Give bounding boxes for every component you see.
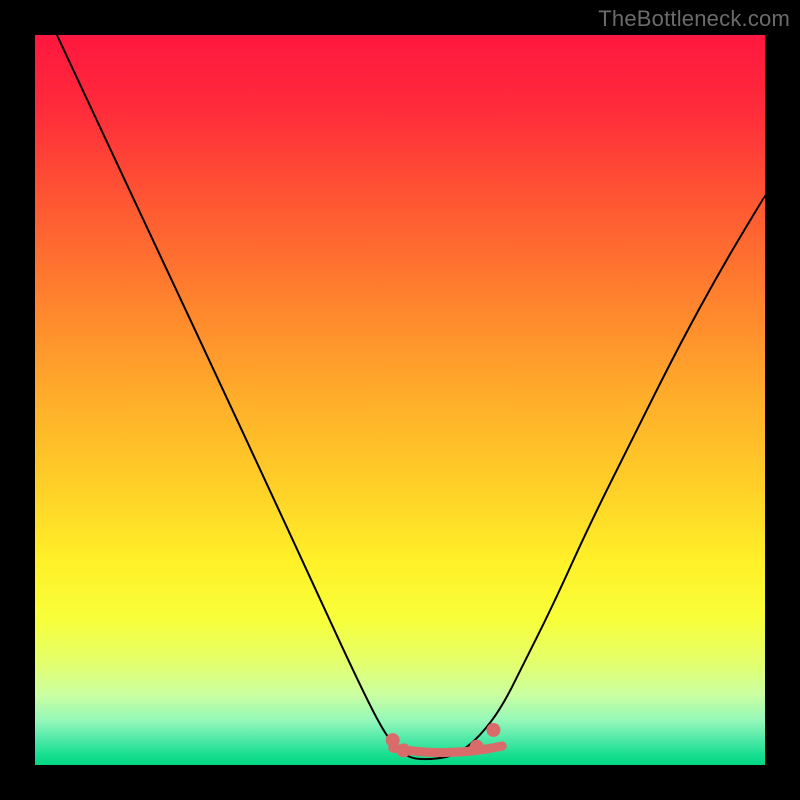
curve-layer — [35, 35, 765, 765]
optimal-range-dot — [386, 733, 400, 747]
optimal-range-dot — [470, 740, 484, 754]
plot-area — [35, 35, 765, 765]
watermark-text: TheBottleneck.com — [598, 6, 790, 32]
chart-frame: TheBottleneck.com — [0, 0, 800, 800]
optimal-range-dot — [486, 723, 500, 737]
bottleneck-curve — [57, 35, 765, 759]
optimal-range-dot — [397, 743, 411, 757]
